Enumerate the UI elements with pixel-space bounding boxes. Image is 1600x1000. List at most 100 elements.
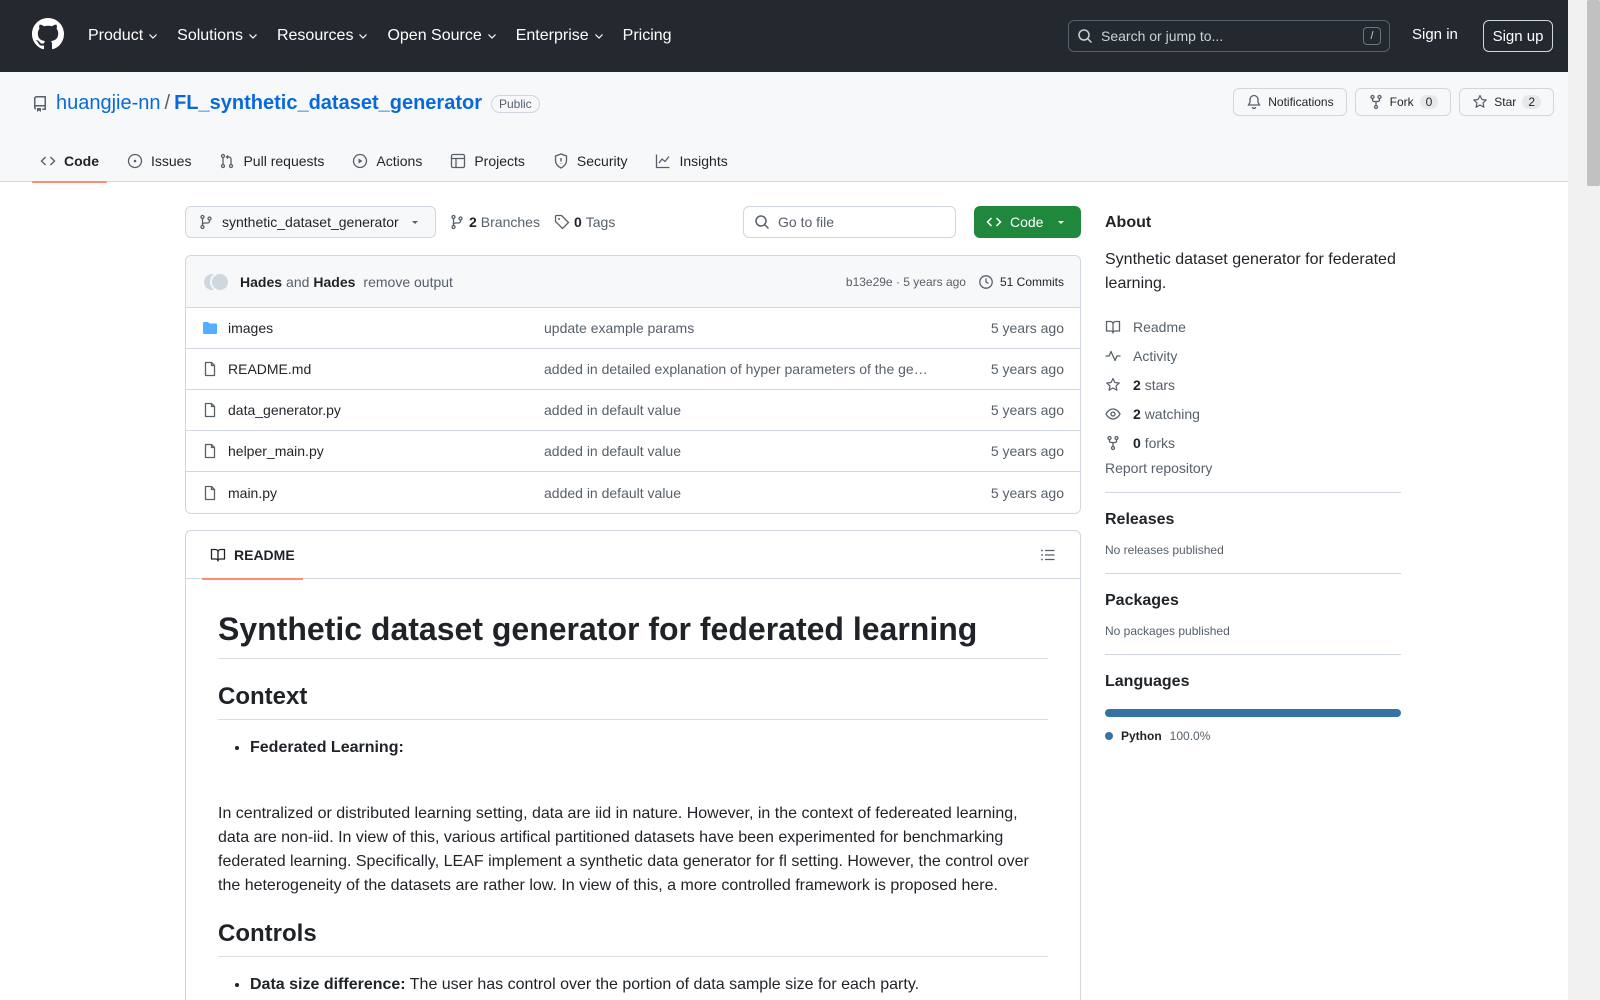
nav-pricing[interactable]: Pricing [623, 24, 682, 48]
readme-list: Data size difference: The user has contr… [218, 973, 1048, 997]
about-links: Readme Activity 2 stars 2 watching 0 for… [1105, 312, 1401, 477]
top-nav: Product Solutions Resources Open Source … [88, 24, 690, 48]
tab-insights[interactable]: Insights [647, 140, 735, 182]
file-row[interactable]: README.md added in detailed explanation … [186, 349, 1080, 390]
tab-pull-requests-label: Pull requests [243, 153, 325, 169]
commit-meta: b13e29e · 5 years ago 51 Commits [846, 274, 1064, 290]
file-row[interactable]: images update example params 5 years ago [186, 308, 1080, 349]
scrollbar-thumb[interactable] [1587, 0, 1600, 186]
file-row[interactable]: main.py added in default value 5 years a… [186, 472, 1080, 513]
releases-empty: No releases published [1105, 543, 1224, 557]
table-icon [451, 153, 466, 169]
file-row[interactable]: helper_main.py added in default value 5 … [186, 431, 1080, 472]
file-date: 5 years ago [990, 402, 1064, 418]
visibility-badge: Public [490, 94, 540, 113]
readme-heading-controls: Controls [218, 920, 1048, 957]
list-item: Data size difference: The user has contr… [250, 973, 1048, 997]
chevron-down-icon [249, 34, 257, 39]
releases-title[interactable]: Releases [1105, 511, 1401, 529]
language-bar [1105, 709, 1401, 717]
tab-insights-label: Insights [679, 153, 728, 169]
commits-link[interactable]: 51 Commits [978, 274, 1064, 290]
go-to-file-input[interactable]: Go to file [743, 206, 956, 238]
sign-in-link[interactable]: Sign in [1412, 26, 1458, 43]
github-logo-icon[interactable] [32, 18, 64, 50]
code-icon [986, 217, 1002, 227]
star-button[interactable]: Star 2 [1459, 88, 1554, 116]
commit-author[interactable]: Hades [240, 274, 282, 290]
list-item-bold: Federated Learning: [250, 739, 404, 756]
nav-product[interactable]: Product [88, 24, 169, 48]
tag-icon [554, 214, 570, 230]
commits-count: 51 Commits [999, 274, 1064, 289]
file-date: 5 years ago [990, 361, 1064, 377]
tab-projects[interactable]: Projects [442, 140, 533, 182]
nav-enterprise[interactable]: Enterprise [516, 24, 615, 48]
author-avatars [202, 271, 232, 292]
file-name[interactable]: README.md [228, 361, 544, 377]
readme-body: Synthetic dataset generator for federate… [186, 579, 1080, 1000]
search-icon [755, 215, 770, 230]
file-commit-message[interactable]: added in default value [544, 443, 929, 459]
code-button-label: Code [1010, 214, 1044, 230]
book-icon [1105, 320, 1121, 334]
language-dot [1105, 732, 1113, 740]
file-name[interactable]: images [228, 320, 544, 336]
branches-link[interactable]: 2 Branches [449, 214, 540, 230]
repo-owner-link[interactable]: huangjie-nn [56, 92, 161, 115]
file-name[interactable]: main.py [228, 485, 544, 501]
code-button[interactable]: Code [974, 206, 1081, 238]
repo-name-link[interactable]: FL_synthetic_dataset_generator [174, 92, 482, 115]
readme-link[interactable]: Readme [1105, 312, 1401, 341]
file-row[interactable]: data_generator.py added in default value… [186, 390, 1080, 431]
watching-link[interactable]: 2 watching [1105, 399, 1401, 428]
commit-message[interactable]: remove output [363, 274, 453, 290]
branch-name: synthetic_dataset_generator [222, 214, 399, 230]
commit-coauthor[interactable]: Hades [313, 274, 355, 290]
bell-icon [1247, 94, 1261, 110]
file-toolbar: synthetic_dataset_generator 2 Branches 0… [185, 206, 1081, 238]
tab-code[interactable]: Code [32, 140, 107, 183]
nav-solutions[interactable]: Solutions [177, 24, 269, 48]
report-repository-link[interactable]: Report repository [1105, 460, 1401, 476]
tags-link[interactable]: 0 Tags [554, 214, 615, 230]
packages-empty: No packages published [1105, 624, 1230, 638]
file-commit-message[interactable]: update example params [544, 320, 929, 336]
tab-pull-requests[interactable]: Pull requests [211, 140, 332, 182]
sign-up-button[interactable]: Sign up [1483, 20, 1553, 52]
file-commit-message[interactable]: added in default value [544, 402, 929, 418]
file-commit-message[interactable]: added in default value [544, 485, 929, 501]
tab-security[interactable]: Security [545, 140, 636, 182]
repo-title: huangjie-nn / FL_synthetic_dataset_gener… [32, 92, 540, 115]
search-input[interactable]: Search or jump to... / [1068, 20, 1390, 52]
readme-heading-context: Context [218, 683, 1048, 720]
list-unordered-icon[interactable] [1040, 547, 1056, 563]
notifications-button[interactable]: Notifications [1233, 88, 1347, 116]
file-commit-message[interactable]: added in detailed explanation of hyper p… [544, 361, 929, 377]
language-item[interactable]: Python 100.0% [1105, 729, 1401, 743]
forks-link[interactable]: 0 forks [1105, 428, 1401, 457]
file-name[interactable]: helper_main.py [228, 443, 544, 459]
repo-description: Synthetic dataset generator for federate… [1105, 251, 1396, 292]
avatar[interactable] [210, 271, 230, 292]
chevron-down-icon [594, 34, 603, 39]
tab-issues[interactable]: Issues [119, 140, 199, 182]
readme-title: Synthetic dataset generator for federate… [218, 611, 1048, 659]
watching-count: 2 [1133, 405, 1141, 422]
readme-tab[interactable]: README [202, 531, 303, 580]
file-name[interactable]: data_generator.py [228, 402, 544, 418]
branch-select[interactable]: synthetic_dataset_generator [185, 206, 436, 238]
file-icon [204, 361, 216, 377]
commit-sha-time[interactable]: b13e29e · 5 years ago [846, 275, 966, 289]
file-icon [204, 443, 216, 459]
packages-title[interactable]: Packages [1105, 592, 1401, 610]
readme-list: Federated Learning: [218, 736, 1048, 760]
fork-button[interactable]: Fork 0 [1354, 88, 1452, 116]
activity-link[interactable]: Activity [1105, 341, 1401, 370]
nav-open-source[interactable]: Open Source [387, 24, 507, 48]
activity-link-label: Activity [1133, 347, 1178, 364]
tab-actions[interactable]: Actions [344, 140, 430, 182]
code-icon [40, 156, 56, 166]
nav-resources[interactable]: Resources [277, 24, 379, 48]
stars-link[interactable]: 2 stars [1105, 370, 1401, 399]
